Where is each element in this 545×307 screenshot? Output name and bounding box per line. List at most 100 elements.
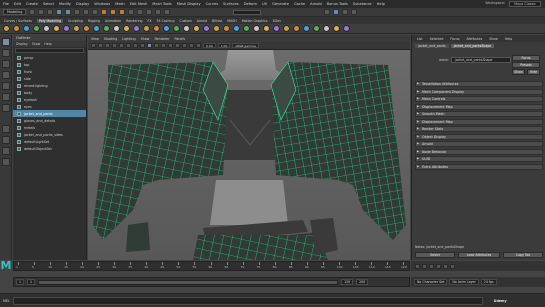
new-scene-icon[interactable] bbox=[29, 9, 36, 15]
outliner-item[interactable]: gloves_and_details bbox=[13, 117, 86, 124]
menu-windows[interactable]: Windows bbox=[94, 2, 110, 6]
ae-menu-show[interactable]: Show bbox=[487, 37, 500, 41]
ambient-occlusion-icon[interactable] bbox=[182, 43, 187, 48]
menu-edit[interactable]: Edit bbox=[14, 2, 21, 6]
presets-button[interactable]: Presets bbox=[512, 62, 540, 68]
workspace-selector[interactable]: Workspace: Maya Classic bbox=[485, 1, 541, 7]
single-view-icon[interactable] bbox=[1, 125, 10, 133]
pipe-icon[interactable] bbox=[103, 25, 110, 32]
range-start-field[interactable]: 1 bbox=[16, 279, 25, 285]
outliner-item[interactable]: metals bbox=[13, 124, 86, 131]
viewport-menu-shading[interactable]: Shading bbox=[104, 37, 117, 41]
modeling-toolkit-icon[interactable] bbox=[333, 9, 340, 15]
select-tool-icon[interactable] bbox=[1, 38, 10, 46]
attribute-section[interactable]: Smooth Mesh bbox=[415, 111, 543, 117]
graph-layout-icon[interactable] bbox=[1, 158, 10, 166]
outliner-item[interactable]: mixed:lighting bbox=[13, 82, 86, 89]
attribute-section[interactable]: Displacement Map bbox=[415, 118, 543, 125]
select-camera-icon[interactable] bbox=[91, 43, 96, 48]
textured-icon[interactable] bbox=[161, 43, 166, 48]
menu-surfaces[interactable]: Surfaces bbox=[223, 2, 239, 6]
isolate-select-icon[interactable] bbox=[196, 43, 201, 48]
outliner-item[interactable]: defaultObjectSet bbox=[13, 145, 86, 152]
attribute-section[interactable]: Extra Attributes bbox=[415, 163, 543, 170]
outliner-search-input[interactable] bbox=[15, 48, 84, 53]
outliner-menu-display[interactable]: Display bbox=[16, 41, 28, 47]
menu-edit-mesh[interactable]: Edit Mesh bbox=[130, 2, 148, 6]
menu-select[interactable]: Select bbox=[43, 2, 54, 6]
hide-button[interactable]: Hide bbox=[527, 69, 540, 75]
outliner-item[interactable]: front bbox=[13, 68, 86, 75]
range-end-field[interactable]: 200 bbox=[356, 279, 369, 285]
ae-menu-attributes[interactable]: Attributes bbox=[465, 37, 485, 41]
target-weld-icon[interactable] bbox=[223, 25, 230, 32]
shelf-tab-sculpting[interactable]: Sculpting bbox=[68, 19, 83, 23]
outliner-menu-help[interactable]: Help bbox=[44, 41, 51, 47]
connect-icon[interactable] bbox=[233, 25, 240, 32]
menu-mesh-display[interactable]: Mesh Display bbox=[177, 2, 201, 6]
ae-menu-selected[interactable]: Selected bbox=[428, 37, 446, 41]
menu-help[interactable]: Help bbox=[377, 2, 385, 6]
select-component-icon[interactable] bbox=[92, 9, 99, 15]
collapse-icon[interactable] bbox=[293, 25, 300, 32]
open-scene-icon[interactable] bbox=[38, 9, 45, 15]
shelf-tab-fx[interactable]: FX bbox=[148, 19, 152, 23]
shelf-tab-custom[interactable]: Custom bbox=[179, 19, 191, 23]
undo-icon[interactable] bbox=[56, 9, 63, 15]
snap-grid-icon[interactable] bbox=[101, 9, 108, 15]
insert-edge-loop-icon[interactable] bbox=[243, 25, 250, 32]
multi-cut-icon[interactable] bbox=[213, 25, 220, 32]
redo-icon[interactable] bbox=[65, 9, 72, 15]
reduce-icon[interactable] bbox=[303, 25, 310, 32]
play-forward-icon[interactable] bbox=[436, 263, 441, 269]
outliner-item[interactable]: eyes bbox=[13, 103, 86, 110]
gate-mask-icon[interactable] bbox=[140, 43, 145, 48]
camera-attributes-icon[interactable] bbox=[98, 43, 103, 48]
hypershade-icon[interactable] bbox=[164, 9, 171, 15]
attribute-section[interactable]: Node Behavior bbox=[415, 148, 543, 155]
grid-icon[interactable] bbox=[119, 43, 124, 48]
cone-icon[interactable] bbox=[33, 25, 40, 32]
attribute-section[interactable]: Mesh Component Display bbox=[415, 88, 543, 95]
shelf-tab-poly-modeling[interactable]: Poly Modeling bbox=[36, 18, 64, 23]
mesh-name-field[interactable]: jacket_and_pantsShape bbox=[450, 57, 511, 63]
focus-button[interactable]: Focus bbox=[512, 55, 540, 61]
menu-display[interactable]: Display bbox=[76, 2, 89, 6]
attribute-editor-icon[interactable] bbox=[342, 9, 349, 15]
extract-icon[interactable] bbox=[153, 25, 160, 32]
shelf-tab-animation[interactable]: Animation bbox=[105, 19, 121, 23]
triangulate-icon[interactable] bbox=[313, 25, 320, 32]
ae-menu-list[interactable]: List bbox=[415, 37, 425, 41]
menu-arnold[interactable]: Arnold bbox=[310, 2, 322, 6]
command-language-label[interactable]: MEL bbox=[3, 299, 10, 303]
ae-menu-help[interactable]: Help bbox=[503, 37, 514, 41]
symmetry-field[interactable] bbox=[233, 9, 262, 15]
disc-icon[interactable] bbox=[63, 25, 70, 32]
attribute-section[interactable]: Object Display bbox=[415, 133, 543, 140]
command-input[interactable] bbox=[12, 296, 483, 305]
merge-icon[interactable] bbox=[283, 25, 290, 32]
save-scene-icon[interactable] bbox=[47, 9, 54, 15]
outliner-item[interactable]: persp bbox=[13, 54, 86, 61]
lasso-tool-icon[interactable] bbox=[1, 49, 10, 57]
viewport-menu-show[interactable]: Show bbox=[141, 37, 150, 41]
shelf-tab-fx-caching[interactable]: FX Caching bbox=[157, 19, 175, 23]
workspace-value[interactable]: Maya Classic bbox=[509, 1, 541, 7]
menu-bonus-tools[interactable]: Bonus Tools bbox=[327, 2, 348, 6]
shelf-tab-motion-graphics[interactable]: Motion Graphics bbox=[242, 19, 268, 23]
colorspace-field[interactable]: sRGB gamma bbox=[232, 43, 259, 48]
knife-icon[interactable] bbox=[263, 25, 270, 32]
step-forward-icon[interactable] bbox=[443, 263, 448, 269]
sphere-icon[interactable] bbox=[3, 25, 10, 32]
viewport-3d[interactable] bbox=[88, 50, 410, 260]
paint-select-icon[interactable] bbox=[1, 60, 10, 68]
platonic-icon[interactable] bbox=[73, 25, 80, 32]
shelf-tab-bifrost[interactable]: Bifrost bbox=[212, 19, 222, 23]
torus-icon[interactable] bbox=[53, 25, 60, 32]
shelf-tab-rendering[interactable]: Rendering bbox=[126, 19, 142, 23]
character-set-selector[interactable]: No Character Set bbox=[414, 279, 448, 285]
pyramid-icon[interactable] bbox=[83, 25, 90, 32]
lights-icon[interactable] bbox=[168, 43, 173, 48]
mirror-icon[interactable] bbox=[273, 25, 280, 32]
menu-generate[interactable]: Generate bbox=[272, 2, 289, 6]
